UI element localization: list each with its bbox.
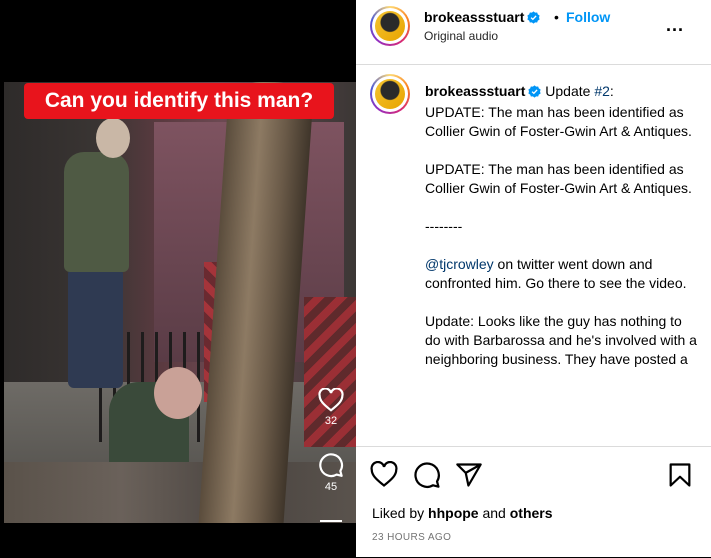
like-heart-icon[interactable] — [370, 460, 398, 489]
share-plane-icon[interactable] — [455, 461, 483, 489]
author-username[interactable]: brokeassstuart — [424, 9, 524, 25]
video-scene-seated-person-hood — [154, 367, 202, 419]
caption-paragraph-2: UPDATE: The man has been identified as C… — [425, 161, 692, 196]
follow-button[interactable]: Follow — [566, 9, 610, 25]
media-pane: Can you identify this man? 32 45 — [0, 0, 356, 557]
liked-by-and: and — [478, 505, 510, 521]
video-like-count: 32 — [324, 415, 338, 427]
video-comment-button[interactable]: 45 — [306, 452, 356, 493]
liked-by-user[interactable]: hhpope — [428, 505, 479, 521]
caption-first-paragraph: brokeassstuart Update #2: UPDATE: The man… — [425, 82, 697, 141]
caption-mention[interactable]: @tjcrowley — [425, 256, 494, 272]
caption-hashtag[interactable]: #2 — [594, 83, 610, 99]
caption-username[interactable]: brokeassstuart — [425, 83, 525, 99]
video-scene-debris — [4, 462, 356, 523]
caption-colon: : — [609, 83, 614, 99]
verified-badge-icon — [528, 84, 541, 103]
video-scene-man-legs — [68, 268, 123, 388]
video-scene-man-body — [64, 152, 129, 272]
video-comment-count: 45 — [324, 481, 338, 493]
comment-icon[interactable] — [413, 461, 441, 489]
post-panel: brokeassstuart • Follow Original audio .… — [356, 0, 711, 557]
video-headline: Can you identify this man? — [24, 83, 334, 119]
caption-author-avatar[interactable] — [370, 74, 410, 114]
caption-divider: -------- — [425, 218, 463, 234]
separator-dot: • — [554, 9, 559, 25]
liked-by-others[interactable]: others — [510, 505, 553, 521]
author-name-row: brokeassstuart — [424, 9, 540, 29]
author-avatar[interactable] — [370, 6, 410, 46]
comment-icon — [306, 452, 356, 478]
caption-paragraph-1: UPDATE: The man has been identified as C… — [425, 104, 692, 139]
save-bookmark-icon[interactable] — [666, 461, 694, 489]
caption-text: brokeassstuart Update #2: UPDATE: The man… — [425, 82, 697, 388]
heart-icon — [306, 388, 356, 412]
verified-badge-icon — [527, 11, 540, 29]
more-options-icon[interactable]: ... — [666, 15, 690, 35]
caption-paragraph-5: Update: Looks like the guy has nothing t… — [425, 313, 697, 367]
post-actions: Liked by hhpope and others 23 HOURS AGO — [356, 446, 711, 558]
video-share-button[interactable] — [306, 516, 356, 524]
audio-label[interactable]: Original audio — [424, 29, 498, 43]
avatar-image — [375, 79, 405, 109]
caption-update-label: Update — [545, 83, 595, 99]
share-icon — [306, 516, 356, 524]
avatar-image — [375, 11, 405, 41]
video-like-button[interactable]: 32 — [306, 388, 356, 427]
liked-by-prefix: Liked by — [372, 505, 429, 521]
post-header: brokeassstuart • Follow Original audio .… — [356, 0, 711, 65]
liked-by-line: Liked by hhpope and others — [372, 505, 553, 521]
caption-paragraph-4: @tjcrowley on twitter went down and conf… — [425, 255, 697, 293]
video-scene-man-head — [96, 118, 130, 158]
post-timestamp[interactable]: 23 HOURS AGO — [372, 532, 451, 543]
caption-area: brokeassstuart Update #2: UPDATE: The man… — [356, 65, 711, 445]
video-player[interactable] — [4, 82, 356, 523]
